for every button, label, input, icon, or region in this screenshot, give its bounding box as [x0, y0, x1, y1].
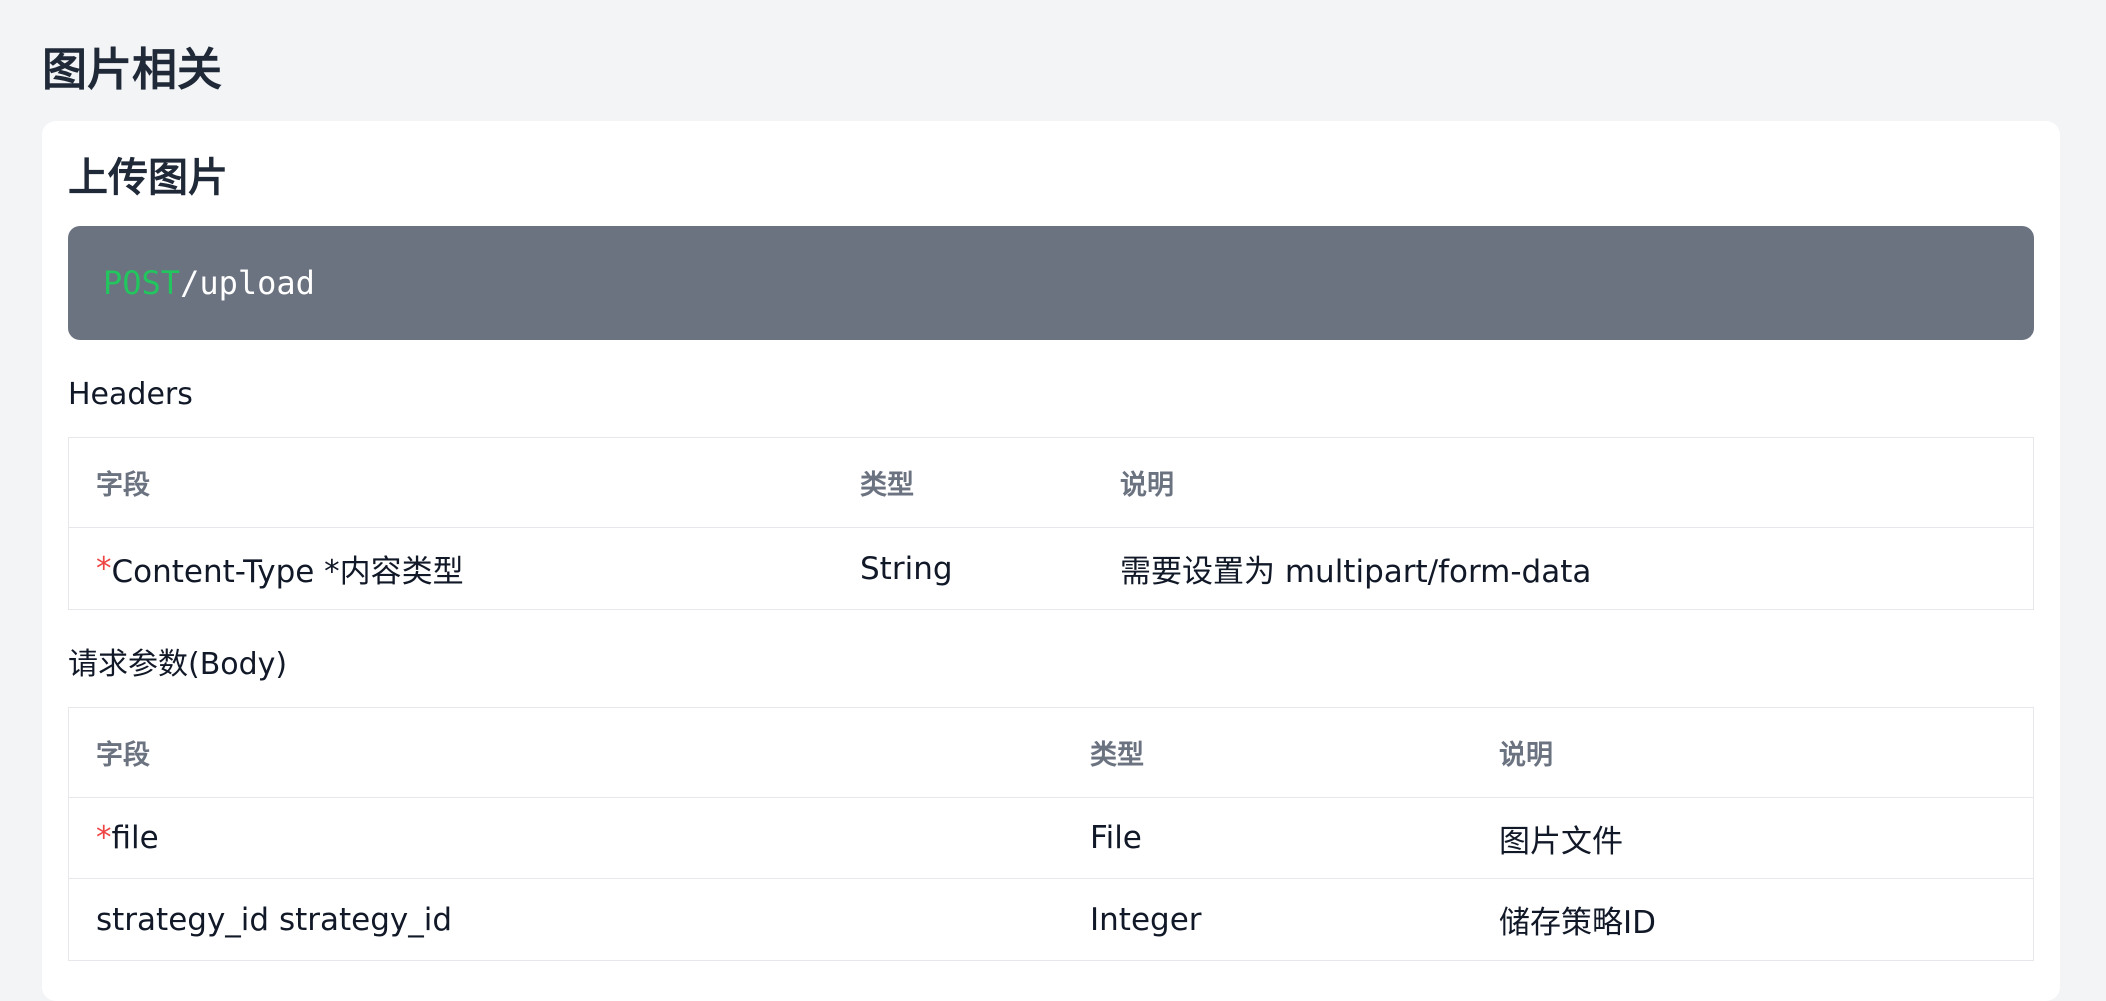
description-cell: 储存策略ID: [1499, 905, 1657, 941]
column-header-description: 说明: [1499, 740, 1553, 771]
field-cell: * file: [96, 798, 159, 878]
endpoint-path: /upload: [180, 264, 315, 302]
column-header-field: 字段: [96, 740, 150, 771]
column-header-type: 类型: [1090, 740, 1144, 771]
column-header-type: 类型: [860, 470, 914, 501]
http-method: POST: [103, 264, 181, 302]
field-name: Content-Type *内容类型: [111, 554, 464, 590]
upload-image-card: 上传图片 POST /upload Headers 字段 类型 说明 * Cont…: [42, 121, 2060, 1001]
description-cell: 图片文件: [1499, 823, 1623, 860]
page-title: 图片相关: [42, 43, 223, 96]
type-cell: String: [860, 550, 953, 587]
type-cell: File: [1090, 820, 1142, 856]
field-cell: strategy_id strategy_id: [96, 879, 452, 960]
table-row: * Content-Type *内容类型 String 需要设置为 multipa…: [69, 528, 2033, 609]
field-name: strategy_id strategy_id: [96, 901, 453, 938]
body-params-table: 字段 类型 说明 * file File 图片文件 strategy_id str…: [68, 707, 2034, 961]
field-name: file: [111, 820, 159, 856]
description-cell: 需要设置为 multipart/form-data: [1120, 554, 1592, 590]
headers-label: Headers: [68, 377, 193, 412]
table-row: * file File 图片文件: [69, 798, 2033, 879]
endpoint-code-block: POST /upload: [68, 226, 2034, 340]
section-title: 上传图片: [68, 155, 228, 201]
column-header-field: 字段: [96, 470, 150, 501]
required-mark: *: [96, 820, 112, 856]
type-cell: Integer: [1090, 901, 1202, 938]
table-header-row: 字段 类型 说明: [69, 438, 2033, 528]
table-header-row: 字段 类型 说明: [69, 708, 2033, 798]
column-header-description: 说明: [1120, 470, 1174, 501]
headers-table: 字段 类型 说明 * Content-Type *内容类型 String 需要设置…: [68, 437, 2034, 610]
field-cell: * Content-Type *内容类型: [96, 528, 464, 609]
table-row: strategy_id strategy_id Integer 储存策略ID: [69, 879, 2033, 960]
body-params-label: 请求参数(Body): [68, 647, 288, 682]
required-mark: *: [96, 550, 112, 587]
